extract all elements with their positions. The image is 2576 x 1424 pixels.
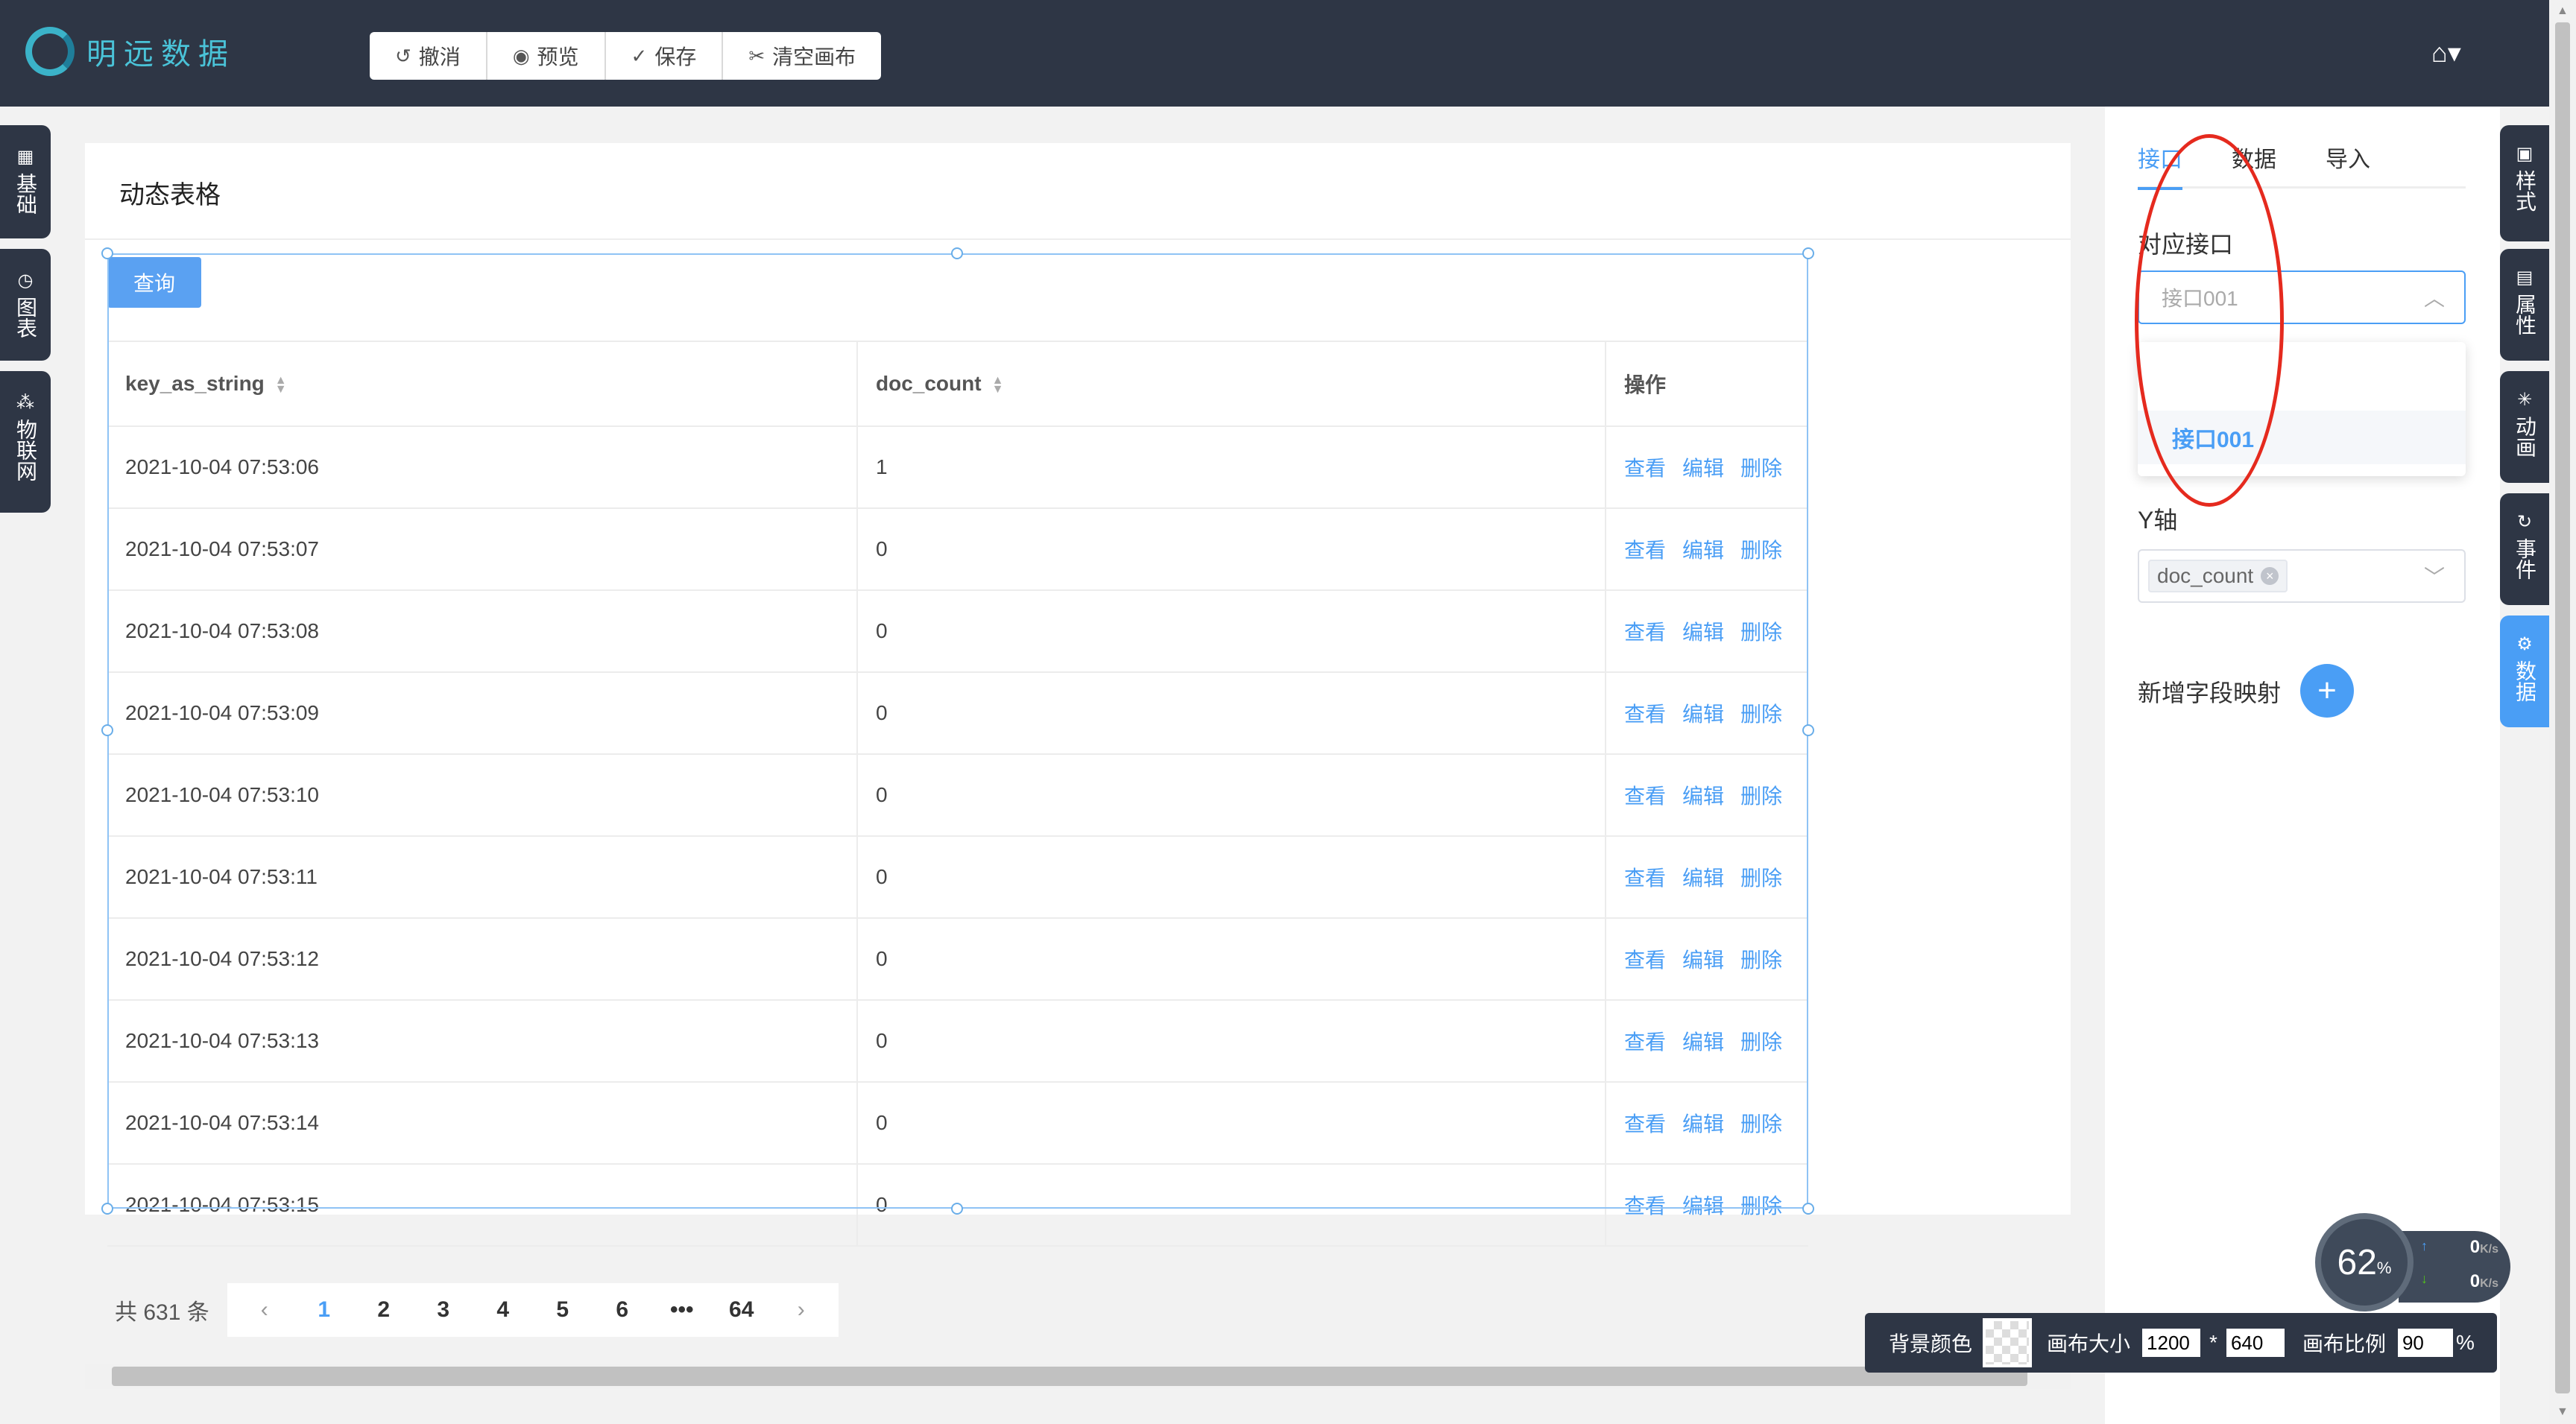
undo-icon: ↺ [395,44,411,67]
save-button[interactable]: ✓ 保存 [606,32,724,80]
vertical-scrollbar[interactable]: ▲ ▼ [2549,0,2576,1424]
canvas-settings-bar: 背景颜色 画布大小 * 画布比例 % [1865,1313,2497,1373]
arrow-down-icon: ↓ [2421,1271,2428,1286]
y-axis-tag: doc_count × [2148,560,2288,592]
close-icon[interactable]: × [2261,567,2279,585]
resize-handle[interactable] [951,1203,963,1215]
doc-icon: ▤ [2516,268,2534,288]
network-icon: ⁂ [16,393,34,413]
horizontal-scrollbar[interactable] [85,1364,2071,1389]
resize-handle[interactable] [101,724,113,736]
pie-chart-icon: ◷ [17,270,34,291]
canvas-width-input[interactable] [2142,1329,2201,1357]
grid-icon: ▦ [16,147,34,167]
scrollbar-thumb[interactable] [2555,22,2570,1393]
logo-ring-icon [25,27,75,76]
undo-button[interactable]: ↺ 撤消 [370,32,487,80]
times-sign: * [2209,1331,2217,1354]
page-number[interactable]: 64 [712,1297,771,1323]
eye-icon: ◉ [512,44,530,67]
gear-icon: ⚙ [2516,634,2533,654]
tab-import[interactable]: 导入 [2326,141,2370,186]
dock-basic[interactable]: ▦ 基础 [0,125,51,238]
dock-data[interactable]: ⚙ 数据 [2500,616,2549,727]
dock-events[interactable]: ↻ 事件 [2500,493,2549,605]
page-number[interactable]: 5 [533,1297,593,1323]
dock-chart[interactable]: ◷ 图表 [0,249,51,361]
clear-canvas-button[interactable]: ✂ 清空画布 [723,32,881,80]
refresh-icon: ↻ [2516,512,2533,532]
network-speed-widget: ↑ 0K/s ↓ 0K/s 62% [2315,1213,2516,1311]
prev-page-icon[interactable]: ‹ [235,1297,294,1323]
preview-button[interactable]: ◉ 预览 [487,32,606,80]
bg-color-label: 背景颜色 [1889,1332,1973,1355]
download-rate: 0K/s [2469,1271,2498,1291]
dock-animation[interactable]: ✳ 动画 [2500,371,2549,483]
resize-handle[interactable] [1802,1203,1814,1215]
logo-text: 明远数据 [86,37,236,72]
page-list: ‹ 1 2 3 4 5 6 ••• 64 › [227,1283,839,1337]
add-mapping-label: 新增字段映射 [2138,680,2282,706]
selection-frame [107,253,1808,1209]
y-axis-label: Y轴 [2138,507,2178,534]
memory-percent[interactable]: 62% [2315,1213,2414,1311]
top-header: 明远数据 ↺ 撤消 ◉ 预览 ✓ 保存 ✂ 清空画布 ⌂▾ [0,0,2549,107]
save-icon: ✓ [631,44,648,67]
pagination: 共 631 条 ‹ 1 2 3 4 5 6 ••• 64 › [115,1283,839,1337]
page-number[interactable]: 1 [294,1297,354,1323]
dock-properties[interactable]: ▤ 属性 [2500,249,2549,361]
resize-handle[interactable] [1802,247,1814,259]
spark-icon: ✳ [2516,390,2533,410]
title-divider [85,238,2071,240]
page-number[interactable]: 4 [473,1297,533,1323]
canvas-height-input[interactable] [2226,1329,2285,1357]
upload-rate: 0K/s [2469,1237,2498,1257]
picture-icon: ▣ [2516,144,2534,164]
scrollbar-thumb[interactable] [112,1367,2027,1386]
annotation-ellipse [2135,134,2284,507]
scissors-icon: ✂ [748,44,765,67]
home-icon[interactable]: ⌂▾ [2431,37,2461,69]
scroll-up-icon[interactable]: ▲ [2557,4,2569,18]
percent-sign: % [2455,1331,2475,1354]
next-page-icon[interactable]: › [771,1297,831,1323]
page-number[interactable]: 3 [414,1297,473,1323]
page-number[interactable]: 2 [354,1297,414,1323]
add-mapping-button[interactable]: + [2300,664,2354,718]
bg-color-picker[interactable] [1983,1318,2033,1367]
speed-rates: ↑ 0K/s ↓ 0K/s [2399,1231,2510,1303]
total-count: 共 631 条 [115,1300,209,1325]
page-ellipsis[interactable]: ••• [652,1297,712,1323]
chevron-up-icon: ︿ [2423,287,2445,310]
dock-iot[interactable]: ⁂ 物联网 [0,371,51,513]
dock-style[interactable]: ▣ 样式 [2500,125,2549,241]
logo: 明远数据 [25,25,236,77]
resize-handle[interactable] [101,1203,113,1215]
arrow-up-icon: ↑ [2421,1238,2428,1253]
chevron-down-icon: ﹀ [2423,566,2445,589]
page-number[interactable]: 6 [593,1297,652,1323]
y-axis-select[interactable]: doc_count × ﹀ [2138,549,2466,603]
ratio-label: 画布比例 [2302,1332,2386,1355]
size-label: 画布大小 [2047,1332,2131,1355]
canvas-ratio-input[interactable] [2397,1329,2453,1357]
page-title: 动态表格 [119,181,221,209]
resize-handle[interactable] [101,247,113,259]
resize-handle[interactable] [1802,724,1814,736]
toolbar: ↺ 撤消 ◉ 预览 ✓ 保存 ✂ 清空画布 [370,32,882,80]
resize-handle[interactable] [951,247,963,259]
scroll-down-icon[interactable]: ▼ [2557,1405,2569,1419]
